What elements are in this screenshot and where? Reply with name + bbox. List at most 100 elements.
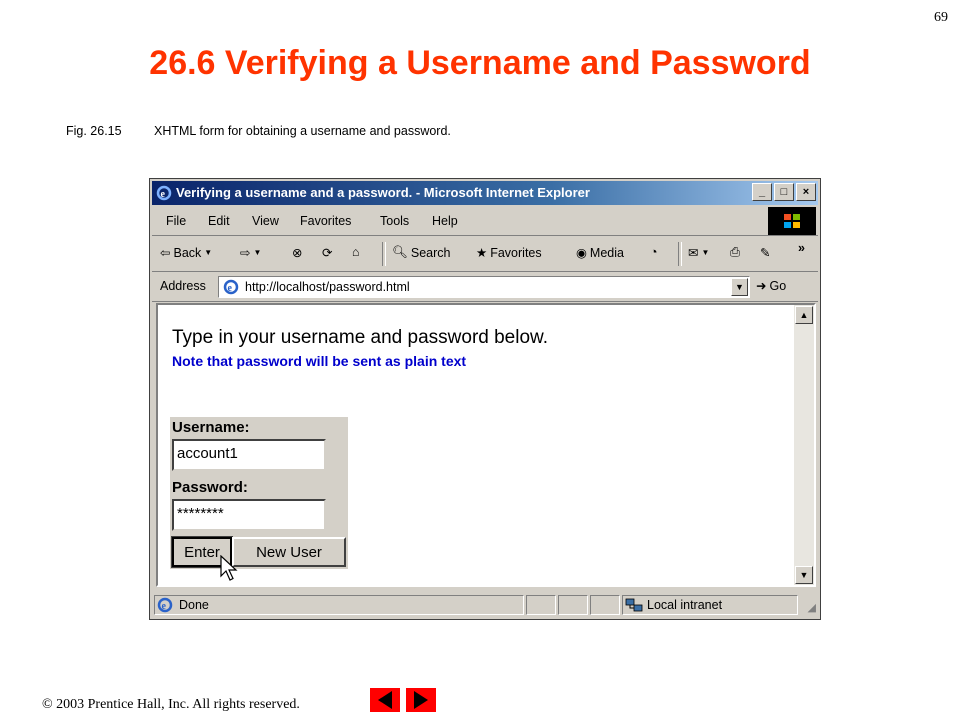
go-button[interactable]: ➜ Go (756, 278, 787, 294)
search-label: Search (410, 245, 451, 260)
window-titlebar[interactable]: e Verifying a username and a password. -… (152, 181, 818, 205)
favorites-label: Favorites (490, 245, 542, 260)
print-icon: ⎙ (730, 245, 741, 259)
arrow-left-icon (378, 691, 392, 709)
figure-caption: Fig. 26.15 XHTML form for obtaining a use… (66, 124, 451, 138)
chevron-down-icon: ▼ (253, 248, 262, 257)
menu-help[interactable]: Help (432, 214, 458, 228)
page-icon: e (223, 279, 239, 300)
stop-icon: ⊗ (292, 246, 303, 260)
scroll-up-button[interactable]: ▲ (795, 306, 813, 324)
history-icon: ◔ (650, 245, 658, 259)
slide-title: 26.6 Verifying a Username and Password (149, 44, 811, 82)
resize-grip-icon[interactable]: ◢ (808, 601, 816, 614)
status-pane (590, 595, 620, 615)
close-icon: × (802, 186, 810, 198)
minimize-icon: _ (758, 186, 766, 198)
intranet-icon (625, 597, 643, 616)
scroll-down-icon: ▼ (799, 570, 809, 580)
scroll-down-button[interactable]: ▼ (795, 566, 813, 584)
go-arrow-icon: ➜ (756, 279, 767, 293)
close-button[interactable]: × (796, 183, 816, 201)
status-text-pane: e Done (154, 595, 524, 615)
search-icon: 🔍︎ (392, 245, 408, 259)
edit-button[interactable]: ✎ (760, 245, 770, 260)
new-user-button[interactable]: New User (232, 537, 346, 567)
status-pane (526, 595, 556, 615)
forward-arrow-icon: ⇨ (240, 246, 251, 260)
zone-pane: Local intranet (622, 595, 798, 615)
figure-caption-text: XHTML form for obtaining a username and … (154, 124, 451, 138)
toolbar-more-button[interactable]: » (798, 241, 805, 255)
page-done-icon: e (157, 597, 173, 616)
stop-button[interactable]: ⊗ (292, 245, 302, 260)
go-label: Go (769, 278, 787, 293)
print-button[interactable]: ⎙ (730, 245, 740, 260)
minimize-button[interactable]: _ (752, 183, 772, 201)
svg-text:e: e (162, 601, 167, 612)
mail-icon: ✉ (688, 246, 699, 260)
address-dropdown-button[interactable]: ▼ (731, 278, 748, 296)
chevron-down-icon: ▼ (701, 248, 710, 257)
maximize-button[interactable]: □ (774, 183, 794, 201)
status-pane (558, 595, 588, 615)
page-heading: Type in your username and password below… (172, 327, 548, 348)
window-title: Verifying a username and a password. - M… (176, 185, 590, 200)
arrow-right-icon (414, 691, 428, 709)
chevron-down-icon: ▼ (735, 282, 744, 292)
menu-bar: File Edit View Favorites Tools Help (152, 207, 818, 236)
address-input[interactable]: e http://localhost/password.html ▼ (218, 276, 750, 298)
scroll-up-icon: ▲ (799, 310, 809, 320)
ie-icon: e (156, 185, 172, 204)
menu-edit[interactable]: Edit (208, 214, 230, 228)
zone-text: Local intranet (647, 598, 723, 612)
menu-favorites[interactable]: Favorites (300, 214, 351, 228)
svg-text:e: e (161, 189, 166, 200)
forward-button[interactable]: ⇨ ▼ (240, 245, 261, 260)
standard-toolbar: ⇦ Back ▼ ⇨ ▼ ⊗ ⟳ ⌂ 🔍︎ Search ★ Favorites ◉ Med… (152, 237, 818, 272)
login-form: Username: account1 Password: ******** En… (170, 417, 348, 581)
vertical-scrollbar[interactable]: ▲ ▼ (794, 305, 814, 585)
page-content: Type in your username and password below… (156, 303, 816, 587)
status-bar: e Done Local intranet ◢ (152, 593, 818, 617)
maximize-icon: □ (780, 186, 788, 198)
address-label: Address (160, 279, 206, 293)
slide-number: 69 (934, 10, 948, 25)
toolbar-separator (678, 242, 682, 266)
edit-icon: ✎ (760, 246, 771, 260)
menu-file[interactable]: File (166, 214, 186, 228)
favorites-button[interactable]: ★ Favorites (476, 245, 542, 261)
username-label: Username: (172, 419, 250, 436)
media-icon: ◉ (576, 246, 587, 260)
search-button[interactable]: 🔍︎ Search (392, 245, 450, 260)
browser-window: e Verifying a username and a password. -… (149, 178, 821, 620)
page-note: Note that password will be sent as plain… (172, 353, 467, 369)
password-label: Password: (172, 479, 248, 496)
mail-button[interactable]: ✉ ▼ (688, 245, 709, 260)
windows-logo (768, 207, 816, 235)
previous-slide-button[interactable] (370, 688, 400, 712)
back-arrow-icon: ⇦ (160, 246, 171, 260)
back-button[interactable]: ⇦ Back ▼ (160, 245, 213, 261)
address-bar: Address e http://localhost/password.html… (152, 273, 818, 302)
media-button[interactable]: ◉ Media (576, 245, 624, 261)
password-input[interactable]: ******** (172, 499, 326, 531)
copyright-notice: © 2003 Prentice Hall, Inc. All rights re… (42, 697, 300, 712)
username-input[interactable]: account1 (172, 439, 326, 471)
refresh-button[interactable]: ⟳ (322, 245, 332, 260)
home-button[interactable]: ⌂ (352, 245, 360, 259)
address-url: http://localhost/password.html (245, 280, 410, 294)
menu-tools[interactable]: Tools (380, 214, 409, 228)
media-label: Media (589, 245, 624, 260)
status-text: Done (179, 598, 209, 612)
menu-view[interactable]: View (252, 214, 279, 228)
history-button[interactable]: ◔ (650, 245, 658, 259)
favorites-icon: ★ (476, 246, 488, 260)
back-label: Back (173, 245, 202, 260)
toolbar-separator (382, 242, 386, 266)
refresh-icon: ⟳ (322, 246, 333, 260)
figure-label: Fig. 26.15 (66, 124, 122, 138)
next-slide-button[interactable] (406, 688, 436, 712)
chevron-down-icon: ▼ (204, 248, 213, 257)
mouse-cursor-icon (220, 555, 238, 581)
